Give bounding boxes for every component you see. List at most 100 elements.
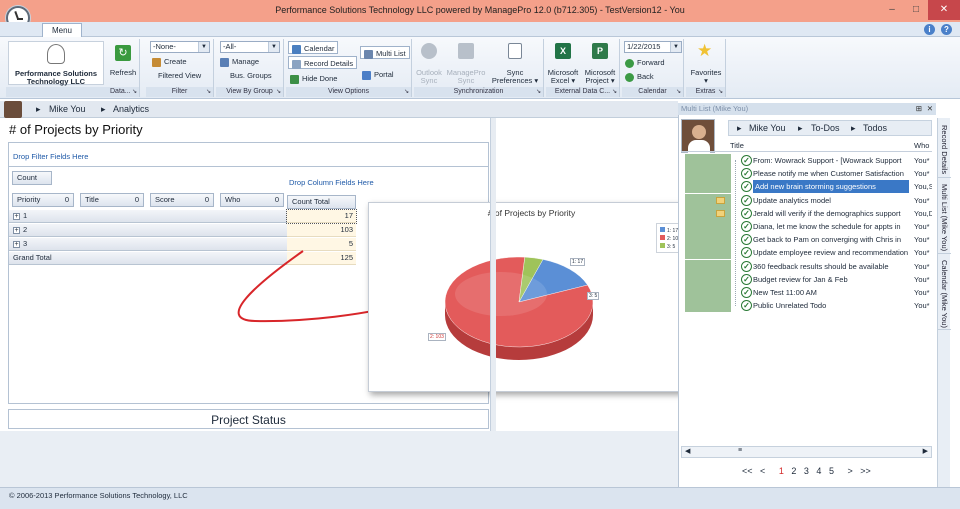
date-combo[interactable]: 1/22/2015 ▼ <box>624 41 682 53</box>
list-item[interactable]: ✓ Budget review for Jan & Feb You* <box>681 272 932 286</box>
sync-preferences-button[interactable]: Sync Preferences ▾ <box>488 41 542 85</box>
tab-calendar[interactable]: Calendar (Mike You) <box>938 258 951 330</box>
list-item[interactable]: ✓ From: Wowrack Support - [Wowrack Suppor… <box>681 154 932 167</box>
todo-title[interactable]: Jerald will verify if the demographics s… <box>753 207 909 220</box>
crumb-user[interactable]: Mike You <box>749 121 786 135</box>
todo-title[interactable]: Update analytics model <box>753 194 909 207</box>
column-drop-zone[interactable]: Drop Column Fields Here <box>289 178 374 187</box>
todo-title[interactable]: Budget review for Jan & Feb <box>753 273 909 286</box>
column-header-title[interactable]: Title <box>730 141 744 150</box>
expand-icon[interactable]: + <box>13 240 20 248</box>
close-button[interactable]: ✕ <box>928 0 960 20</box>
info-icon[interactable]: i <box>924 24 935 35</box>
expand-icon[interactable]: + <box>13 212 20 220</box>
hide-done-button[interactable]: Hide Done <box>290 72 337 85</box>
multi-list-button[interactable]: Multi List <box>360 46 410 59</box>
list-item[interactable]: ✓ Public Unrelated Todo You* <box>681 299 932 313</box>
complete-check-icon[interactable]: ✓ <box>741 247 752 259</box>
bus-groups-button[interactable]: Bus. Groups <box>230 69 272 82</box>
todo-title[interactable]: Public Unrelated Todo <box>753 299 909 312</box>
complete-check-icon[interactable]: ✓ <box>741 287 752 298</box>
row-field-score[interactable]: Score 0 <box>150 193 214 207</box>
complete-check-icon[interactable]: ✓ <box>741 234 752 246</box>
page-5-link[interactable]: 5 <box>829 466 834 476</box>
excel-button[interactable]: X Microsoft Excel ▾ <box>546 41 580 85</box>
list-item[interactable]: ✓ Please notify me when Customer Satisfac… <box>681 167 932 181</box>
todo-title[interactable]: 360 feedback results should be available <box>753 260 909 273</box>
crumb-todos-list[interactable]: Todos <box>863 121 887 135</box>
page-3-link[interactable]: 3 <box>804 466 809 476</box>
minimize-button[interactable]: – <box>880 0 904 20</box>
complete-check-icon[interactable]: ✓ <box>741 221 752 232</box>
list-item[interactable]: ✓ 360 feedback results should be availabl… <box>681 259 932 273</box>
row-field-title[interactable]: Title 0 <box>80 193 144 207</box>
list-item[interactable]: ✓ Add new brain storming suggestions You,S <box>681 180 932 194</box>
list-item[interactable]: ✓ Diana, let me know the schedule for app… <box>681 220 932 233</box>
vertical-splitter[interactable] <box>490 118 496 431</box>
table-row[interactable]: +1 <box>9 210 287 223</box>
list-item[interactable]: ✓ Jerald will verify if the demographics … <box>681 206 932 220</box>
horizontal-scrollbar[interactable]: ◀ ≡ ▶ <box>681 446 932 458</box>
manage-button[interactable]: Manage <box>220 55 259 68</box>
column-header-count-total[interactable]: Count Total <box>287 195 356 209</box>
managepro-sync-button[interactable]: ManagePro Sync <box>446 41 486 85</box>
close-icon[interactable]: ✕ <box>927 103 933 115</box>
list-item[interactable]: ✓ Update employee review and recommendati… <box>681 246 932 260</box>
crumb-todos[interactable]: To-Dos <box>811 121 840 135</box>
page-1-link[interactable]: 1 <box>779 466 784 476</box>
company-logo[interactable]: Performance Solutions Technology LLC <box>8 41 104 86</box>
refresh-button[interactable]: ↻ Refresh <box>108 43 138 81</box>
data-field-count[interactable]: Count <box>12 171 52 185</box>
maximize-button[interactable]: □ <box>904 0 928 20</box>
table-cell[interactable]: 103 <box>287 224 356 237</box>
todo-title[interactable]: Please notify me when Customer Satisfact… <box>753 167 909 180</box>
prev-page-button[interactable]: < <box>760 466 765 476</box>
last-page-button[interactable]: >> <box>860 466 871 476</box>
todo-title[interactable]: New Test 11:00 AM <box>753 286 909 299</box>
complete-check-icon[interactable]: ✓ <box>741 155 752 166</box>
filter-combo[interactable]: -None- ▼ <box>150 41 210 53</box>
todo-title[interactable]: From: Wowrack Support - [Wowrack Support <box>753 154 909 167</box>
todo-title[interactable]: Diana, let me know the schedule for appt… <box>753 220 909 233</box>
forward-button[interactable]: Forward <box>625 56 665 69</box>
table-cell[interactable]: 17 <box>286 209 357 224</box>
tab-record-details[interactable]: Record Details <box>938 122 951 178</box>
breadcrumb-analytics[interactable]: Analytics <box>113 104 149 114</box>
table-row[interactable]: +2 <box>9 224 287 237</box>
tab-multi-list[interactable]: Multi List (Mike You) <box>938 182 951 254</box>
favorites-button[interactable]: ★ Favorites ▾ <box>686 41 726 85</box>
row-field-who[interactable]: Who 0 <box>220 193 284 207</box>
complete-check-icon[interactable]: ✓ <box>741 207 752 219</box>
column-header-who[interactable]: Who <box>914 141 929 150</box>
list-item[interactable]: ✓ New Test 11:00 AM You* <box>681 286 932 299</box>
page-4-link[interactable]: 4 <box>816 466 821 476</box>
tab-menu[interactable]: Menu <box>42 23 82 37</box>
complete-check-icon[interactable]: ✓ <box>741 260 752 272</box>
pin-icon[interactable]: ⊞ <box>916 103 922 115</box>
row-field-priority[interactable]: Priority 0 <box>12 193 74 207</box>
view-group-combo[interactable]: -All- ▼ <box>220 41 280 53</box>
first-page-button[interactable]: << <box>742 466 753 476</box>
todo-title[interactable]: Add new brain storming suggestions <box>753 180 909 194</box>
calendar-button[interactable]: Calendar <box>288 41 339 54</box>
filter-drop-zone[interactable]: Drop Filter Fields Here <box>8 142 489 167</box>
portal-button[interactable]: Portal <box>362 68 394 81</box>
list-item[interactable]: ✓ Update analytics model You* <box>681 193 932 207</box>
project-button[interactable]: P Microsoft Project ▾ <box>582 41 618 85</box>
back-button[interactable]: Back <box>625 70 654 83</box>
complete-check-icon[interactable]: ✓ <box>741 273 752 285</box>
help-icon[interactable]: ? <box>941 24 952 35</box>
filtered-view-button[interactable]: Filtered View <box>158 69 201 82</box>
page-2-link[interactable]: 2 <box>791 466 796 476</box>
list-item[interactable]: ✓ Get back to Pam on converging with Chri… <box>681 233 932 247</box>
complete-check-icon[interactable]: ✓ <box>741 181 752 193</box>
complete-check-icon[interactable]: ✓ <box>741 194 752 206</box>
outlook-sync-button[interactable]: Outlook Sync <box>414 41 444 85</box>
record-details-button[interactable]: Record Details <box>288 56 358 69</box>
complete-check-icon[interactable]: ✓ <box>741 168 752 180</box>
expand-icon[interactable]: + <box>13 226 20 234</box>
todo-title[interactable]: Get back to Pam on converging with Chris… <box>753 233 909 246</box>
todo-title[interactable]: Update employee review and recommendatio… <box>753 246 909 259</box>
complete-check-icon[interactable]: ✓ <box>741 300 752 312</box>
next-page-button[interactable]: > <box>847 466 852 476</box>
